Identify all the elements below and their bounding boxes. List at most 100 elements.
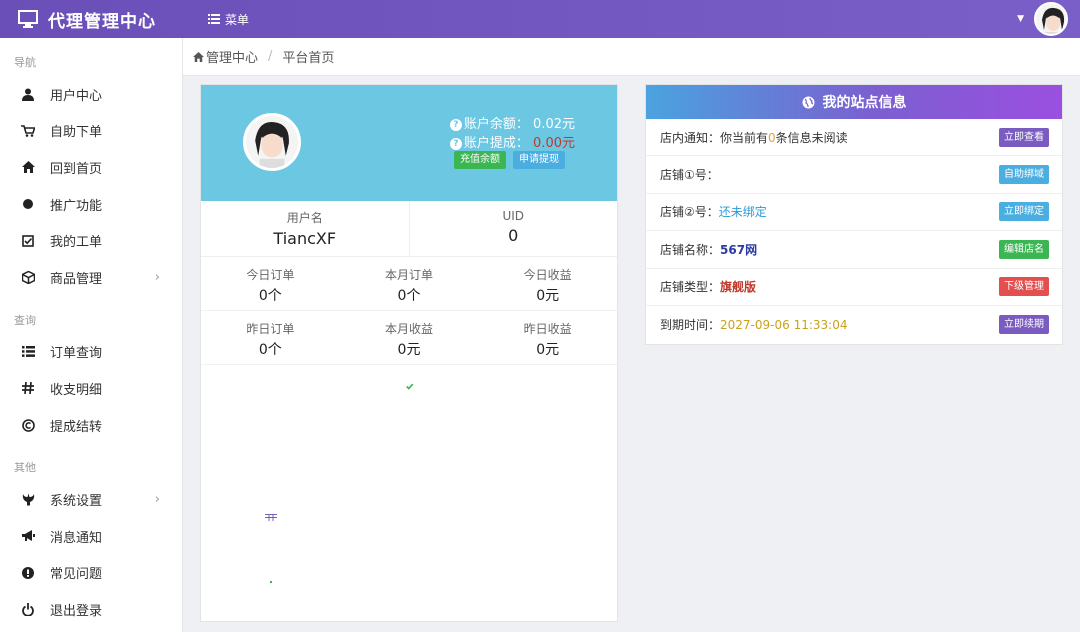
avatar[interactable]	[243, 113, 301, 171]
username-cell: 用户名 TiancXF	[201, 201, 410, 256]
cart-icon	[208, 378, 333, 394]
sidebar-item-label: 消息通知	[50, 530, 103, 546]
stat-yesterday-income: 昨日收益 0元	[478, 311, 617, 364]
balance-label: 账户余额：	[463, 117, 529, 132]
user-icon	[20, 88, 36, 101]
tile-goods-management[interactable]: 商品管理	[208, 500, 333, 550]
site-row-shop-2: 店铺②号： 还未绑定 立即绑定	[646, 194, 1062, 232]
calendar-icon	[347, 573, 472, 589]
balance-line: ? 账户余额： 0.02元	[449, 113, 575, 132]
site-row-shop-name: 店铺名称： 567网 编辑店名	[646, 231, 1062, 269]
sidebar-section-title: 其他	[14, 461, 36, 475]
chevron-right-icon: ›	[154, 492, 160, 508]
home-icon	[193, 51, 204, 62]
bind-now-button[interactable]: 立即绑定	[999, 202, 1049, 222]
sidebar-item-notifications[interactable]: 消息通知	[0, 518, 182, 555]
power-icon	[20, 602, 36, 616]
brand[interactable]: 代理管理中心	[0, 7, 190, 32]
sidebar-item-home[interactable]: 回到首页	[0, 149, 182, 186]
avatar[interactable]	[1034, 2, 1068, 36]
tile-label: 每日签到	[385, 398, 434, 412]
sidebar-item-label: 提成结转	[50, 419, 103, 435]
commission-label: 账户提成：	[463, 136, 529, 151]
sidebar-section-title: 导航	[14, 56, 36, 69]
tile-stock-management[interactable]: 订货管理	[486, 500, 611, 550]
tile-label: 站内通知	[524, 398, 573, 412]
breadcrumb: 管理中心 / 平台首页	[183, 38, 1080, 76]
recharge-button[interactable]: 充值余额	[454, 151, 506, 169]
tile-label: 收支明细	[524, 463, 573, 477]
sidebar-item-commission-transfer[interactable]: 提成结转	[0, 407, 182, 444]
user-menu[interactable]: ▼	[1017, 0, 1068, 38]
site-row-label: 店铺②号：	[660, 205, 719, 220]
menu-toggle-button[interactable]: 菜单	[208, 11, 249, 28]
stat-value: 0元	[536, 342, 560, 358]
sidebar-item-label: 推广功能	[50, 198, 103, 214]
stat-label: 昨日收益	[523, 322, 572, 336]
stat-value: 0个	[397, 288, 421, 304]
bullhorn-icon	[486, 378, 611, 394]
stats-row: 今日订单 0个 本月订单 0个 今日收益 0元	[201, 257, 617, 311]
sidebar-item-label: 我的工单	[50, 235, 103, 251]
sidebar-item-promotion[interactable]: 推广功能	[0, 186, 182, 223]
tile-label: 分站排行	[524, 593, 573, 607]
username-label: 用户名	[286, 211, 323, 225]
tile-substation-ranking[interactable]: 分站排行	[486, 565, 611, 615]
site-row-value: 2027-09-06 11:33:04	[720, 317, 848, 332]
renew-now-button[interactable]: 立即续期	[999, 315, 1049, 335]
uid-label: UID	[502, 209, 525, 223]
user-info-row: 用户名 TiancXF UID 0	[201, 201, 617, 257]
stat-month-orders: 本月订单 0个	[340, 257, 479, 310]
sidebar-item-order-query[interactable]: 订单查询	[0, 334, 182, 371]
site-row-value: 你当前有0条信息未阅读	[720, 129, 848, 146]
exclamation-icon	[20, 566, 36, 579]
check-square-icon	[20, 234, 36, 247]
tile-income-details[interactable]: 收支明细	[486, 435, 611, 485]
list-icon	[347, 508, 472, 524]
site-row-label: 到期时间：	[660, 318, 721, 333]
table-icon	[208, 508, 333, 524]
view-now-button[interactable]: 立即查看	[999, 127, 1049, 147]
sidebar-item-logout[interactable]: 退出登录	[0, 591, 182, 628]
list-icon	[20, 346, 36, 358]
sidebar-item-label: 回到首页	[50, 161, 103, 177]
withdraw-button[interactable]: 申请提现	[513, 151, 565, 169]
sidebar-item-goods-management[interactable]: 商品管理 ›	[0, 259, 182, 296]
self-bind-domain-button[interactable]: 自助绑域	[999, 165, 1049, 185]
commission-line: ? 账户提成： 0.00元	[449, 132, 575, 151]
stat-value: 0个	[258, 342, 282, 358]
breadcrumb-current: 平台首页	[282, 51, 335, 66]
subordinate-management-button[interactable]: 下级管理	[999, 277, 1049, 297]
tile-label: 商品管理	[246, 528, 295, 542]
sidebar-item-label: 自助下单	[50, 125, 103, 141]
sidebar-item-income-details[interactable]: 收支明细	[0, 370, 182, 407]
tile-supply-management[interactable]: 供货管理	[208, 565, 333, 615]
uid-value: 0	[508, 226, 519, 245]
tile-my-tickets[interactable]: 我的工单	[347, 435, 472, 485]
tile-label: 订货管理	[524, 528, 573, 542]
sidebar-item-label: 常见问题	[50, 567, 103, 583]
tile-self-query[interactable]: 自助查单	[208, 435, 333, 485]
notice-text: 条信息未阅读	[775, 130, 848, 145]
sidebar-item-user-center[interactable]: 用户中心	[0, 76, 182, 113]
sitemap-icon	[486, 508, 611, 524]
hash-icon	[486, 443, 611, 459]
edit-shop-name-button[interactable]: 编辑店名	[999, 239, 1049, 259]
tile-low-price-order[interactable]: 低价下单	[208, 370, 333, 420]
sidebar: 导航 用户中心 自助下单 回到首页 推广功能 我的工单 商品管理 › 查询 订单…	[0, 38, 183, 632]
stat-yesterday-orders: 昨日订单 0个	[201, 311, 340, 364]
breadcrumb-separator: /	[268, 49, 273, 64]
caret-down-icon[interactable]: ▼	[1017, 14, 1024, 24]
sidebar-item-system-settings[interactable]: 系统设置 ›	[0, 481, 182, 518]
sidebar-item-my-tickets[interactable]: 我的工单	[0, 222, 182, 259]
tile-listing-log[interactable]: 上架日志	[347, 565, 472, 615]
breadcrumb-home-link[interactable]: 管理中心	[206, 47, 258, 66]
tile-site-notice[interactable]: 站内通知	[486, 370, 611, 420]
tile-daily-checkin[interactable]: 每日签到	[347, 370, 472, 420]
site-row-value: 还未绑定	[718, 205, 767, 220]
users-icon	[486, 573, 611, 589]
sidebar-item-faq[interactable]: 常见问题	[0, 555, 182, 592]
site-row-label: 店铺类型：	[660, 280, 721, 295]
tile-order-records[interactable]: 订单记录	[347, 500, 472, 550]
sidebar-item-self-order[interactable]: 自助下单	[0, 113, 182, 150]
